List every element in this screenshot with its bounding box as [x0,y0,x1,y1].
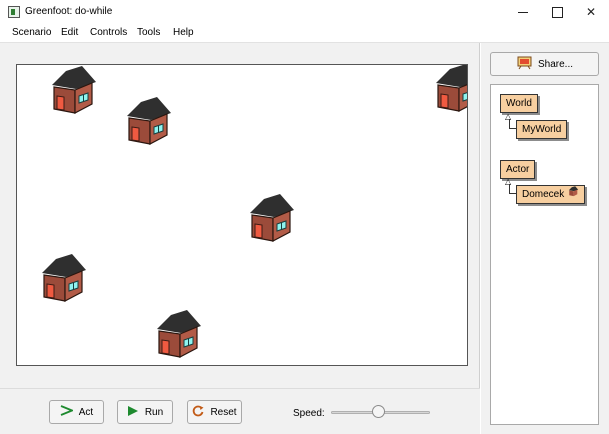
class-diagram-panel: World △ MyWorld Actor △ Domecek [490,84,599,425]
menu-tools[interactable]: Tools [137,27,160,38]
domecek-actor[interactable] [124,96,174,148]
act-label: Act [78,406,94,418]
run-label: Run [144,406,164,418]
house-icon [52,66,96,114]
domecek-actor[interactable] [49,65,99,117]
domecek-actor[interactable] [433,65,467,115]
reset-icon [192,405,204,420]
menu-help[interactable]: Help [173,27,194,38]
domecek-actor[interactable] [247,193,297,245]
speed-slider-thumb[interactable] [372,405,385,418]
inheritance-line [509,193,516,194]
menu-bar: Scenario Edit Controls Tools Help [0,24,609,43]
speed-label: Speed: [293,408,325,419]
menu-scenario[interactable]: Scenario [12,27,51,38]
house-icon [436,65,467,112]
class-world[interactable]: World [500,94,538,113]
run-icon [127,405,139,420]
house-icon [127,97,171,145]
reset-label: Reset [210,406,237,418]
share-label: Share... [537,58,574,70]
class-domecek-label: Domecek [522,189,565,200]
act-button[interactable]: Act [49,400,104,424]
domecek-actor[interactable] [154,309,204,361]
share-icon [516,55,533,73]
class-actor-label: Actor [506,164,530,175]
house-icon [568,186,579,203]
world-canvas[interactable] [16,64,468,366]
close-button[interactable]: ✕ [576,0,606,24]
class-domecek[interactable]: Domecek [516,185,586,204]
domecek-actor[interactable] [39,253,89,305]
maximize-button[interactable] [542,0,572,24]
act-icon [60,405,75,419]
window-title: Greenfoot: do-while [25,6,113,17]
house-icon [250,194,294,242]
reset-button[interactable]: Reset [187,400,242,424]
menu-controls[interactable]: Controls [90,27,127,38]
share-button[interactable]: Share... [490,52,599,76]
house-icon [42,254,86,302]
greenfoot-app-icon [8,6,20,18]
house-icon [157,310,201,358]
run-button[interactable]: Run [117,400,173,424]
menu-edit[interactable]: Edit [61,27,78,38]
inheritance-line [509,128,516,129]
class-world-label: World [506,98,532,109]
title-bar: Greenfoot: do-while ✕ [0,0,609,24]
minimize-button[interactable] [508,0,538,24]
class-myworld-label: MyWorld [522,124,562,135]
class-myworld[interactable]: MyWorld [516,120,568,139]
